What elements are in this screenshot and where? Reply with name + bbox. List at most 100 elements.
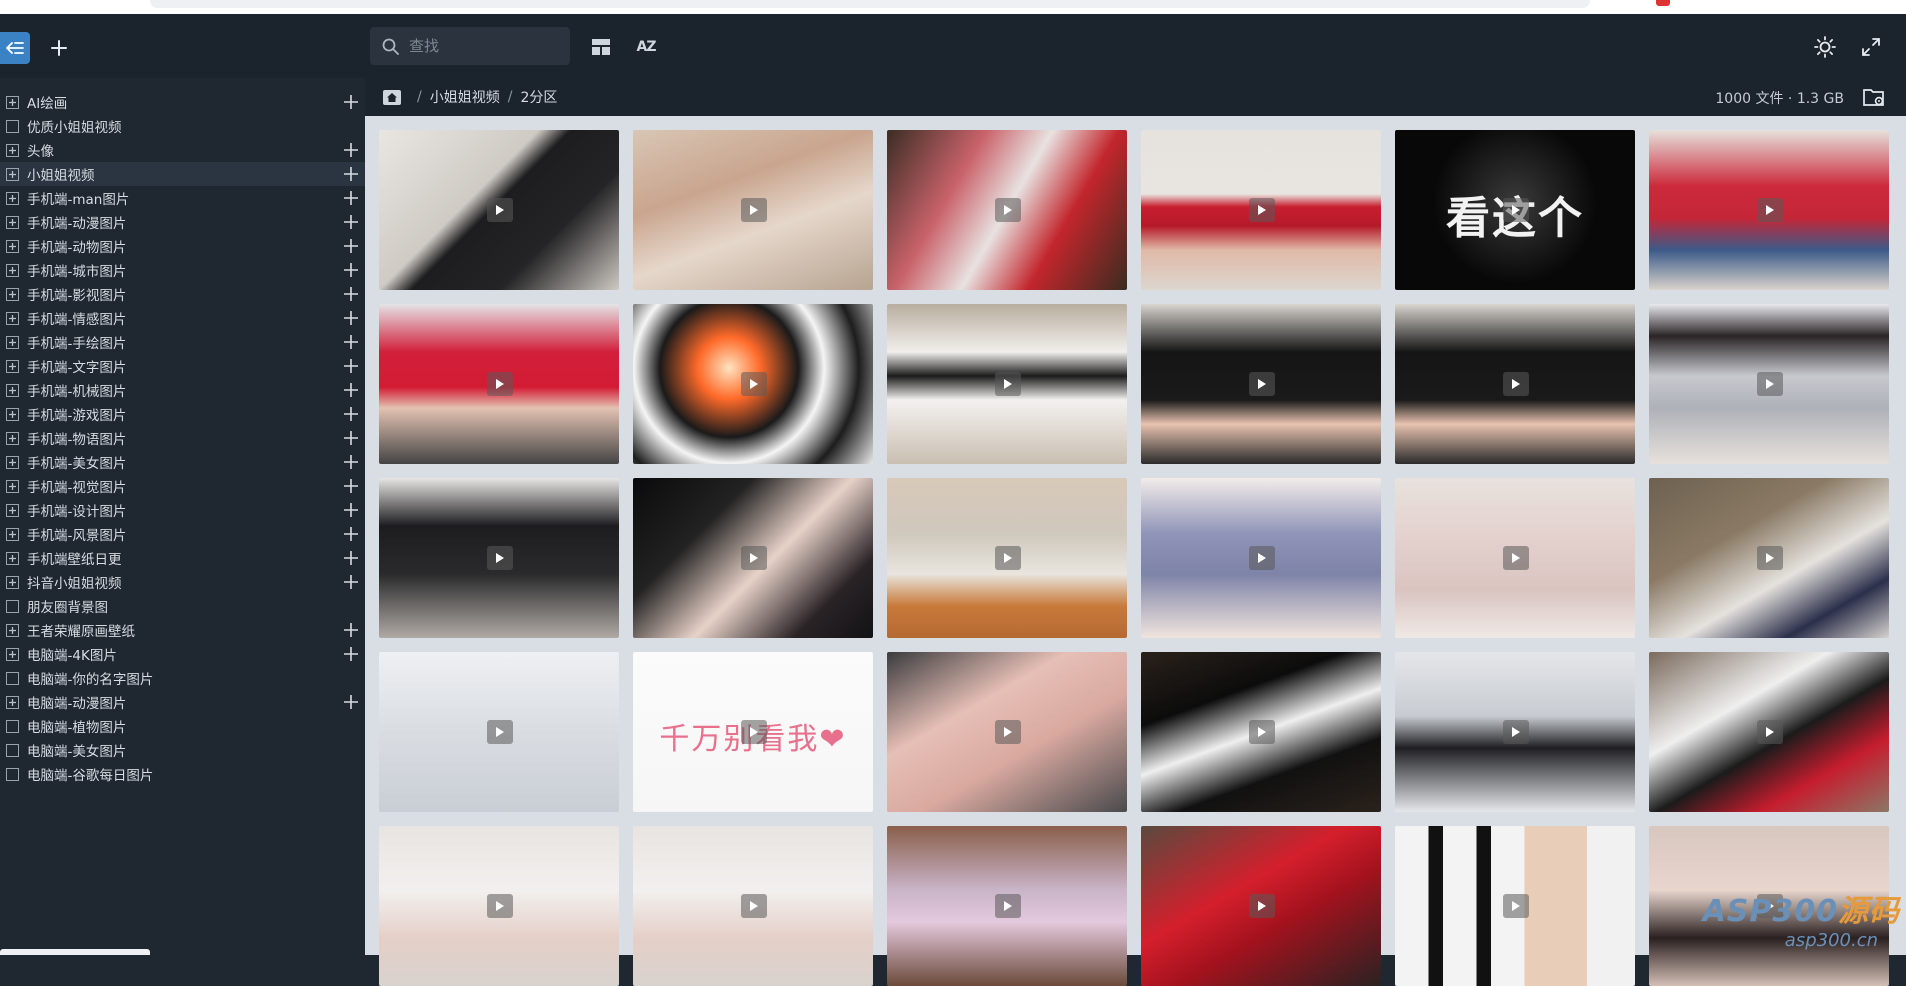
- add-subfolder-icon[interactable]: [343, 190, 359, 206]
- video-thumbnail[interactable]: [1649, 130, 1889, 290]
- video-thumbnail[interactable]: [379, 652, 619, 812]
- search-input[interactable]: [409, 37, 559, 55]
- sidebar-item[interactable]: 电脑端-美女图片: [0, 738, 365, 762]
- expand-icon[interactable]: [6, 503, 19, 517]
- theme-toggle-button[interactable]: [1810, 32, 1840, 62]
- add-subfolder-icon[interactable]: [343, 382, 359, 398]
- address-bar[interactable]: [150, 0, 1590, 8]
- breadcrumb-item-root[interactable]: 小姐姐视频: [430, 87, 500, 107]
- add-subfolder-icon[interactable]: [343, 406, 359, 422]
- play-icon[interactable]: [995, 198, 1021, 222]
- play-icon[interactable]: [995, 894, 1021, 918]
- add-subfolder-icon[interactable]: [343, 646, 359, 662]
- layout-toggle-button[interactable]: [586, 32, 616, 62]
- breadcrumb-item-current[interactable]: 2分区: [520, 87, 557, 107]
- play-icon[interactable]: [1503, 894, 1529, 918]
- expand-icon[interactable]: [6, 551, 19, 565]
- video-thumbnail[interactable]: [1141, 826, 1381, 986]
- add-subfolder-icon[interactable]: [343, 574, 359, 590]
- play-icon[interactable]: [1503, 546, 1529, 570]
- sidebar-item[interactable]: 手机端-物语图片: [0, 426, 365, 450]
- expand-icon[interactable]: [6, 479, 19, 493]
- sort-button[interactable]: AZ: [631, 32, 661, 62]
- expand-icon[interactable]: [6, 623, 19, 637]
- video-thumbnail[interactable]: [1649, 652, 1889, 812]
- expand-icon[interactable]: [6, 143, 19, 157]
- play-icon[interactable]: [1503, 198, 1529, 222]
- sidebar-item[interactable]: 优质小姐姐视频: [0, 114, 365, 138]
- expand-icon[interactable]: [6, 695, 19, 709]
- play-icon[interactable]: [1249, 198, 1275, 222]
- fullscreen-button[interactable]: [1856, 32, 1886, 62]
- expand-icon[interactable]: [6, 287, 19, 301]
- expand-icon[interactable]: [6, 407, 19, 421]
- expand-icon[interactable]: [6, 191, 19, 205]
- video-thumbnail[interactable]: [1395, 826, 1635, 986]
- video-thumbnail[interactable]: [1141, 652, 1381, 812]
- expand-icon[interactable]: [6, 647, 19, 661]
- add-subfolder-icon[interactable]: [343, 214, 359, 230]
- expand-icon[interactable]: [6, 263, 19, 277]
- sidebar-item[interactable]: 电脑端-4K图片: [0, 642, 365, 666]
- expand-icon[interactable]: [6, 431, 19, 445]
- video-thumbnail[interactable]: [379, 826, 619, 986]
- video-thumbnail[interactable]: [1395, 478, 1635, 638]
- video-thumbnail[interactable]: [1141, 130, 1381, 290]
- play-icon[interactable]: [1757, 198, 1783, 222]
- play-icon[interactable]: [1249, 546, 1275, 570]
- video-thumbnail[interactable]: [887, 478, 1127, 638]
- video-thumbnail[interactable]: 看这个: [1395, 130, 1635, 290]
- sidebar-item[interactable]: 手机端-man图片: [0, 186, 365, 210]
- sidebar-item[interactable]: 小姐姐视频: [0, 162, 365, 186]
- sidebar-item[interactable]: AI绘画: [0, 90, 365, 114]
- video-thumbnail[interactable]: [379, 304, 619, 464]
- play-icon[interactable]: [1503, 372, 1529, 396]
- expand-icon[interactable]: [6, 527, 19, 541]
- sidebar-item[interactable]: 手机端壁纸日更: [0, 546, 365, 570]
- video-thumbnail[interactable]: [887, 826, 1127, 986]
- sidebar-item[interactable]: 手机端-影视图片: [0, 282, 365, 306]
- expand-icon[interactable]: [6, 311, 19, 325]
- sidebar-item[interactable]: 手机端-风景图片: [0, 522, 365, 546]
- video-thumbnail[interactable]: [1649, 478, 1889, 638]
- folder-settings-button[interactable]: [1862, 86, 1886, 108]
- add-subfolder-icon[interactable]: [343, 94, 359, 110]
- add-subfolder-icon[interactable]: [343, 622, 359, 638]
- sidebar-item[interactable]: 手机端-动物图片: [0, 234, 365, 258]
- play-icon[interactable]: [995, 720, 1021, 744]
- play-icon[interactable]: [487, 894, 513, 918]
- add-subfolder-icon[interactable]: [343, 550, 359, 566]
- add-subfolder-icon[interactable]: [343, 262, 359, 278]
- expand-icon[interactable]: [6, 215, 19, 229]
- expand-icon[interactable]: [6, 383, 19, 397]
- video-thumbnail[interactable]: 千万别看我❤: [633, 652, 873, 812]
- video-thumbnail[interactable]: [379, 478, 619, 638]
- play-icon[interactable]: [1249, 894, 1275, 918]
- video-thumbnail[interactable]: [887, 130, 1127, 290]
- play-icon[interactable]: [741, 720, 767, 744]
- add-subfolder-icon[interactable]: [343, 478, 359, 494]
- video-thumbnail[interactable]: [379, 130, 619, 290]
- video-thumbnail[interactable]: [633, 130, 873, 290]
- sidebar-item[interactable]: 抖音小姐姐视频: [0, 570, 365, 594]
- search-box[interactable]: [370, 27, 570, 65]
- add-subfolder-icon[interactable]: [343, 334, 359, 350]
- play-icon[interactable]: [741, 894, 767, 918]
- play-icon[interactable]: [1249, 720, 1275, 744]
- play-icon[interactable]: [1757, 372, 1783, 396]
- play-icon[interactable]: [487, 546, 513, 570]
- sidebar-item[interactable]: 手机端-机械图片: [0, 378, 365, 402]
- add-folder-button[interactable]: [44, 32, 74, 64]
- play-icon[interactable]: [741, 372, 767, 396]
- sidebar-bottom-tab[interactable]: [0, 949, 150, 955]
- expand-icon[interactable]: [6, 167, 19, 181]
- sidebar-item[interactable]: 电脑端-动漫图片: [0, 690, 365, 714]
- play-icon[interactable]: [995, 546, 1021, 570]
- play-icon[interactable]: [1249, 372, 1275, 396]
- video-thumbnail[interactable]: [1649, 304, 1889, 464]
- add-subfolder-icon[interactable]: [343, 454, 359, 470]
- video-thumbnail[interactable]: [887, 304, 1127, 464]
- play-icon[interactable]: [487, 372, 513, 396]
- expand-icon[interactable]: [6, 335, 19, 349]
- play-icon[interactable]: [1503, 720, 1529, 744]
